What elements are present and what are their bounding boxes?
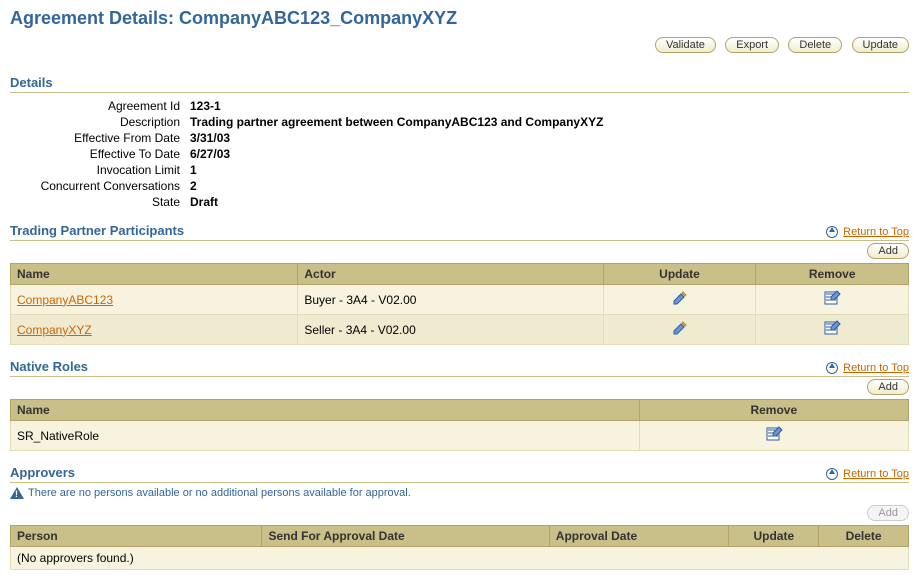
col-update: Update [729,526,819,547]
col-remove: Remove [639,400,908,421]
page-title: Agreement Details: CompanyABC123_Company… [10,8,909,33]
col-update: Update [603,264,756,285]
approvers-empty: (No approvers found.) [11,547,909,570]
native-roles-table: Name Remove SR_NativeRole [10,399,909,451]
details-grid: Agreement Id123-1 DescriptionTrading par… [10,93,909,209]
native-roles-add-button[interactable]: Add [867,379,909,395]
return-to-top: Return to Top [826,468,909,480]
remove-icon[interactable] [823,326,841,340]
detail-label: Invocation Limit [10,163,190,177]
col-delete: Delete [819,526,909,547]
approvers-heading-text: Approvers [10,465,75,480]
participant-actor: Buyer - 3A4 - V02.00 [298,285,603,315]
approvers-info: There are no persons available or no add… [10,483,909,503]
detail-value: 6/27/03 [190,147,909,161]
return-to-top: Return to Top [826,362,909,374]
table-row: SR_NativeRole [11,421,909,451]
detail-label: State [10,195,190,209]
col-person: Person [11,526,262,547]
detail-value: Draft [190,195,909,209]
detail-label: Effective To Date [10,147,190,161]
detail-value: 3/31/03 [190,131,909,145]
native-roles-heading-text: Native Roles [10,359,88,374]
col-send-date: Send For Approval Date [262,526,549,547]
col-approval-date: Approval Date [549,526,729,547]
table-row-empty: (No approvers found.) [11,547,909,570]
col-remove: Remove [756,264,909,285]
participants-add-button[interactable]: Add [867,243,909,259]
participant-link[interactable]: CompanyABC123 [17,293,113,307]
return-to-top-link[interactable]: Return to Top [843,468,909,480]
remove-icon[interactable] [765,432,783,446]
return-to-top-icon [826,226,838,238]
table-row: CompanyXYZ Seller - 3A4 - V02.00 [11,315,909,345]
approvers-add-button: Add [867,505,909,521]
approvers-table: Person Send For Approval Date Approval D… [10,525,909,570]
remove-icon[interactable] [823,296,841,310]
return-to-top: Return to Top [826,226,909,238]
return-to-top-icon [826,468,838,480]
return-to-top-link[interactable]: Return to Top [843,226,909,238]
col-name: Name [11,264,298,285]
validate-button[interactable]: Validate [655,37,716,53]
participants-table: Name Actor Update Remove CompanyABC123 B… [10,263,909,345]
return-to-top-icon [826,362,838,374]
participant-actor: Seller - 3A4 - V02.00 [298,315,603,345]
participants-heading-text: Trading Partner Participants [10,223,184,238]
approvers-heading: Approvers Return to Top [10,461,909,483]
detail-value: Trading partner agreement between Compan… [190,115,909,129]
detail-value: 123-1 [190,99,909,113]
detail-label: Concurrent Conversations [10,179,190,193]
warning-icon [10,487,24,499]
update-button[interactable]: Update [852,37,909,53]
detail-value: 2 [190,179,909,193]
col-actor: Actor [298,264,603,285]
return-to-top-link[interactable]: Return to Top [843,362,909,374]
participant-link[interactable]: CompanyXYZ [17,323,92,337]
detail-label: Effective From Date [10,131,190,145]
top-toolbar: Validate Export Delete Update [10,33,909,61]
participants-heading: Trading Partner Participants Return to T… [10,219,909,241]
table-row: CompanyABC123 Buyer - 3A4 - V02.00 [11,285,909,315]
detail-label: Description [10,115,190,129]
detail-value: 1 [190,163,909,177]
detail-label: Agreement Id [10,99,190,113]
col-name: Name [11,400,640,421]
delete-button[interactable]: Delete [788,37,842,53]
details-heading: Details [10,71,909,93]
pencil-icon[interactable] [672,295,688,309]
pencil-icon[interactable] [672,325,688,339]
approvers-info-text: There are no persons available or no add… [28,487,411,499]
native-role-name: SR_NativeRole [11,421,640,451]
export-button[interactable]: Export [725,37,779,53]
native-roles-heading: Native Roles Return to Top [10,355,909,377]
